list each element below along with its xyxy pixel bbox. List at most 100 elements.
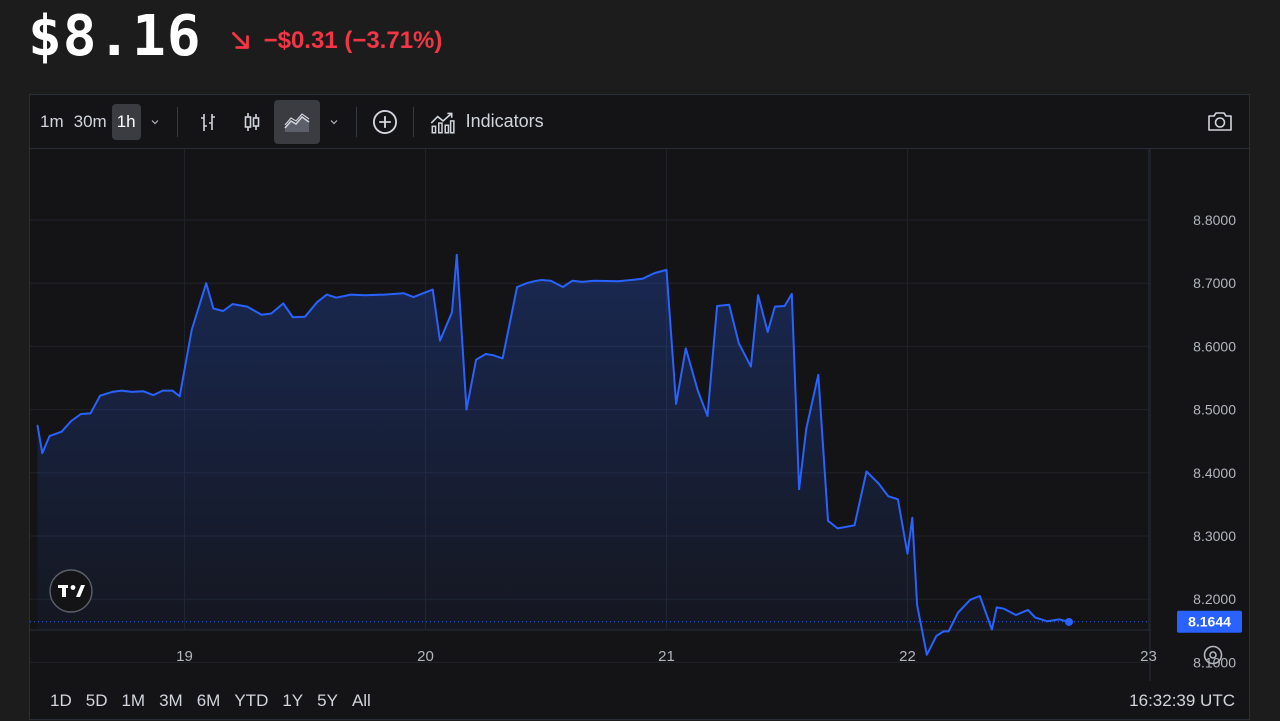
data-point (706, 415, 709, 417)
data-point (260, 314, 263, 316)
x-tick-label: 21 (658, 648, 675, 665)
price-change-text: −$0.31 (−3.71%) (263, 27, 443, 54)
data-point (190, 329, 193, 331)
data-point (501, 357, 504, 360)
data-point (641, 278, 644, 280)
arrow-down-right-icon (231, 32, 249, 49)
x-tick-label: 23 (1140, 648, 1157, 665)
utc-clock[interactable]: 16:32:39 UTC (1129, 691, 1235, 711)
data-point (492, 354, 494, 357)
data-point (231, 303, 234, 305)
data-point (152, 394, 154, 396)
chart-plot (30, 253, 1150, 656)
data-point (798, 488, 800, 491)
last-price-marker (1064, 617, 1073, 626)
chart-widget: 1m 30m 1h Indicators 8.8000 8.7000 8.600… (29, 94, 1250, 720)
tradingview-logo-icon[interactable] (49, 569, 93, 613)
data-point (439, 339, 441, 342)
data-point (99, 394, 101, 397)
data-point (80, 413, 82, 415)
range-all-button[interactable]: All (345, 691, 378, 711)
data-point (675, 403, 677, 405)
data-point (947, 630, 950, 633)
data-point (162, 389, 164, 392)
data-point (48, 435, 51, 437)
data-point (121, 389, 123, 392)
data-point (316, 301, 318, 303)
y-tick-label: 8.2000 (1193, 591, 1236, 607)
data-point (911, 516, 914, 519)
x-tick-label: 19 (176, 648, 193, 665)
data-point (178, 395, 181, 398)
price-area (37, 254, 1069, 655)
data-point (935, 635, 938, 637)
data-point (916, 604, 918, 606)
x-tick-label: 20 (417, 648, 434, 665)
data-point (562, 286, 564, 288)
data-point (41, 452, 44, 455)
data-point (571, 279, 574, 282)
data-point (716, 305, 718, 307)
data-point (1015, 614, 1017, 616)
current-price: $8.16 (28, 3, 202, 69)
range-1m-button[interactable]: 1M (114, 691, 152, 711)
range-3m-button[interactable]: 3M (152, 691, 190, 711)
y-tick-label: 8.6000 (1193, 338, 1236, 354)
price-header: $8.16 −$0.31 (−3.71%) (28, 0, 442, 72)
data-point (887, 495, 889, 498)
data-point (465, 408, 468, 411)
data-point (475, 358, 477, 361)
range-5y-button[interactable]: 5Y (310, 691, 345, 711)
data-point (942, 630, 945, 633)
data-point (783, 305, 786, 307)
data-point (897, 498, 899, 501)
last-price-label: 8.1644 (1188, 614, 1231, 630)
data-point (697, 389, 699, 392)
range-buttons: 1D 5D 1M 3M 6M YTD 1Y 5Y All (30, 691, 378, 711)
data-point (853, 524, 856, 527)
data-point (451, 311, 453, 314)
data-point (926, 654, 928, 656)
data-point (70, 420, 72, 422)
data-point (364, 294, 367, 296)
data-point (525, 282, 528, 284)
data-point (969, 599, 971, 601)
price-axis[interactable]: 8.8000 8.7000 8.6000 8.5000 8.4000 8.3000 8.20… (1177, 212, 1242, 670)
data-point (60, 430, 63, 433)
range-ytd-button[interactable]: YTD (227, 691, 275, 711)
data-point (1027, 609, 1029, 611)
data-point (335, 296, 338, 299)
data-point (325, 293, 328, 296)
price-chart[interactable]: 8.8000 8.7000 8.6000 8.5000 8.4000 8.3000 8.20… (30, 95, 1249, 681)
data-point (581, 281, 583, 283)
data-point (865, 470, 868, 473)
data-point (171, 389, 174, 392)
y-tick-label: 8.4000 (1193, 465, 1236, 481)
y-tick-label: 8.8000 (1193, 212, 1236, 228)
data-point (89, 412, 92, 415)
data-point (427, 290, 429, 293)
data-point (246, 305, 248, 308)
data-point (350, 293, 352, 296)
data-point (1003, 607, 1005, 610)
data-point (304, 315, 306, 318)
range-1d-button[interactable]: 1D (43, 691, 79, 711)
data-point (130, 391, 133, 393)
data-point (1058, 618, 1061, 621)
range-5d-button[interactable]: 5D (79, 691, 115, 711)
range-1y-button[interactable]: 1Y (275, 691, 310, 711)
data-point (222, 310, 224, 312)
data-point (791, 293, 793, 295)
data-point (836, 527, 839, 530)
data-point (653, 272, 656, 274)
data-point (550, 279, 552, 282)
data-point (750, 365, 752, 368)
data-point (403, 292, 405, 295)
data-point (292, 316, 294, 319)
x-tick-label: 22 (899, 648, 916, 665)
data-point (728, 303, 730, 306)
data-point (270, 312, 273, 315)
data-point (383, 293, 386, 296)
range-6m-button[interactable]: 6M (190, 691, 228, 711)
data-point (817, 374, 820, 376)
